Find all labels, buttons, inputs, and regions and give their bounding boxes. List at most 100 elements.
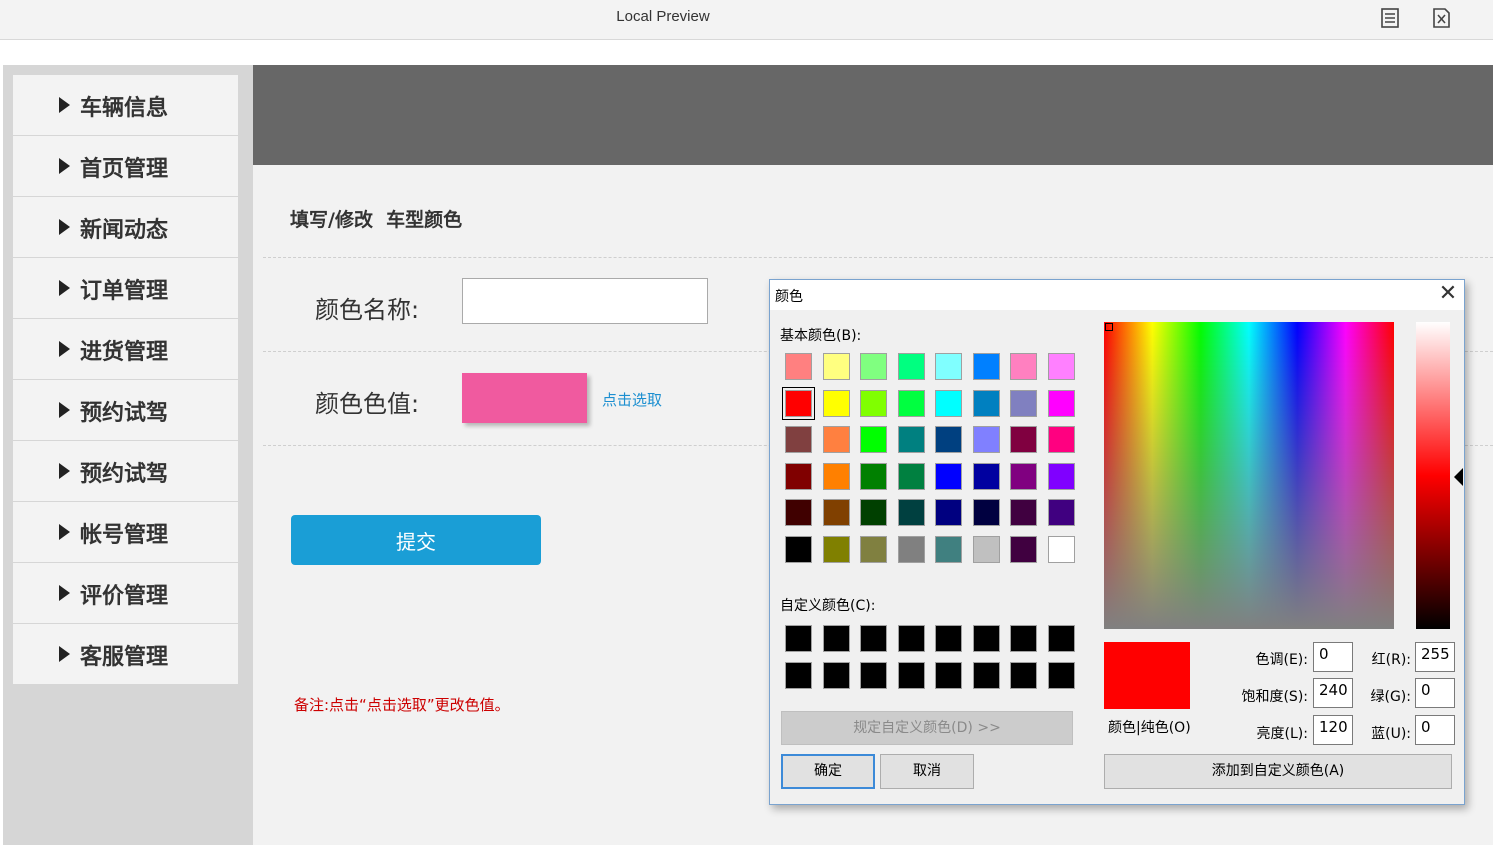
custom-color-swatch[interactable] [822, 661, 850, 689]
sidebar-item[interactable]: 新闻动态 [13, 197, 238, 257]
custom-color-swatch[interactable] [972, 625, 1000, 652]
custom-color-swatch[interactable] [1047, 625, 1075, 652]
basic-color-swatch[interactable] [860, 462, 887, 490]
close-document-icon[interactable] [1432, 8, 1450, 28]
basic-color-swatch[interactable] [972, 426, 1000, 453]
add-to-custom-colors-button[interactable]: 添加到自定义颜色(A) [1104, 754, 1452, 789]
document-icon[interactable] [1381, 8, 1399, 28]
basic-color-swatch[interactable] [972, 499, 1000, 526]
custom-color-swatch[interactable] [897, 625, 925, 652]
basic-color-swatch[interactable] [860, 389, 887, 417]
custom-color-swatch[interactable] [822, 625, 850, 652]
sidebar-item-label: 新闻动态 [80, 218, 169, 243]
basic-color-swatch[interactable] [822, 353, 850, 380]
basic-color-swatch[interactable] [785, 462, 812, 490]
close-icon[interactable]: ✕ [1434, 282, 1462, 308]
color-name-label: 颜色名称: [315, 296, 420, 324]
basic-color-swatch[interactable] [822, 389, 850, 417]
luminance-slider[interactable] [1416, 322, 1450, 629]
basic-color-swatch[interactable] [1010, 426, 1037, 453]
custom-color-swatch[interactable] [785, 661, 812, 689]
basic-color-swatch[interactable] [935, 426, 962, 453]
sidebar-item[interactable]: 首页管理 [13, 136, 238, 196]
basic-color-swatch[interactable] [972, 353, 1000, 380]
basic-color-swatch[interactable] [935, 499, 962, 526]
custom-color-swatch[interactable] [935, 661, 962, 689]
color-value-swatch[interactable] [462, 373, 587, 423]
custom-color-swatch[interactable] [1010, 625, 1037, 652]
basic-color-swatch[interactable] [935, 353, 962, 380]
blue-field[interactable]: 0 [1415, 715, 1455, 745]
color-name-input[interactable] [462, 278, 708, 324]
basic-color-swatch[interactable] [897, 389, 925, 417]
cancel-button[interactable]: 取消 [880, 754, 974, 789]
basic-color-swatch[interactable] [1047, 353, 1075, 380]
submit-button[interactable]: 提交 [291, 515, 541, 565]
custom-color-swatch[interactable] [785, 625, 812, 652]
spectrum-crosshair[interactable] [1105, 323, 1113, 331]
basic-color-swatch[interactable] [785, 535, 812, 563]
basic-color-swatch[interactable] [1047, 535, 1075, 563]
basic-color-swatch[interactable] [1047, 499, 1075, 526]
green-field[interactable]: 0 [1415, 678, 1455, 708]
remark-note: 备注:点击“点击选取”更改色值。 [294, 696, 510, 714]
basic-color-swatch[interactable] [782, 386, 815, 420]
sidebar-item[interactable]: 车辆信息 [13, 75, 238, 135]
sidebar-item[interactable]: 客服管理 [13, 624, 238, 684]
sidebar-item-label: 预约试驾 [80, 401, 169, 426]
sidebar-item[interactable]: 订单管理 [13, 258, 238, 318]
custom-color-swatch[interactable] [972, 661, 1000, 689]
basic-color-swatch[interactable] [935, 535, 962, 563]
custom-color-swatch[interactable] [935, 625, 962, 652]
basic-color-swatch[interactable] [1047, 462, 1075, 490]
basic-color-swatch[interactable] [935, 462, 962, 490]
basic-color-swatch[interactable] [860, 535, 887, 563]
custom-color-swatch[interactable] [860, 661, 887, 689]
basic-color-swatch[interactable] [822, 426, 850, 453]
color-spectrum[interactable] [1104, 322, 1394, 629]
custom-color-swatch[interactable] [1010, 661, 1037, 689]
basic-color-swatch[interactable] [1010, 462, 1037, 490]
basic-color-swatch[interactable] [822, 535, 850, 563]
basic-color-swatch[interactable] [785, 353, 812, 380]
sidebar-item-label: 首页管理 [80, 157, 169, 182]
basic-color-swatch[interactable] [897, 462, 925, 490]
caret-right-icon [59, 463, 70, 479]
basic-color-swatch[interactable] [860, 353, 887, 380]
basic-color-swatch[interactable] [897, 499, 925, 526]
sidebar-item[interactable]: 预约试驾 [13, 380, 238, 440]
red-field[interactable]: 255 [1415, 642, 1455, 672]
basic-color-swatch[interactable] [1010, 535, 1037, 563]
ok-button[interactable]: 确定 [781, 754, 875, 789]
pick-color-link[interactable]: 点击选取 [602, 389, 662, 410]
basic-color-swatch[interactable] [822, 499, 850, 526]
basic-color-swatch[interactable] [897, 535, 925, 563]
basic-color-swatch[interactable] [1047, 426, 1075, 453]
sidebar-item[interactable]: 预约试驾 [13, 441, 238, 501]
basic-color-swatch[interactable] [935, 389, 962, 417]
basic-color-swatch[interactable] [1010, 353, 1037, 380]
basic-color-swatch[interactable] [1047, 389, 1075, 417]
basic-color-swatch[interactable] [822, 462, 850, 490]
basic-color-swatch[interactable] [972, 389, 1000, 417]
sidebar-item[interactable]: 进货管理 [13, 319, 238, 379]
basic-color-swatch[interactable] [972, 462, 1000, 490]
custom-color-swatch[interactable] [897, 661, 925, 689]
custom-colors-label: 自定义颜色(C): [780, 598, 876, 614]
custom-color-swatch[interactable] [860, 625, 887, 652]
basic-color-swatch[interactable] [897, 353, 925, 380]
basic-color-swatch[interactable] [785, 499, 812, 526]
sidebar-item[interactable]: 评价管理 [13, 563, 238, 623]
basic-color-swatch[interactable] [972, 535, 1000, 563]
define-custom-colors-button[interactable]: 规定自定义颜色(D) >> [781, 711, 1073, 745]
custom-color-swatch[interactable] [1047, 661, 1075, 689]
solid-color-label[interactable]: 颜色|纯色(O) [1108, 717, 1191, 737]
basic-color-swatch[interactable] [897, 426, 925, 453]
basic-color-swatch[interactable] [860, 499, 887, 526]
luminance-arrow-icon[interactable] [1454, 468, 1463, 486]
basic-color-swatch[interactable] [1010, 499, 1037, 526]
basic-color-swatch[interactable] [1010, 389, 1037, 417]
sidebar-item[interactable]: 帐号管理 [13, 502, 238, 562]
basic-color-swatch[interactable] [860, 426, 887, 453]
basic-color-swatch[interactable] [785, 426, 812, 453]
